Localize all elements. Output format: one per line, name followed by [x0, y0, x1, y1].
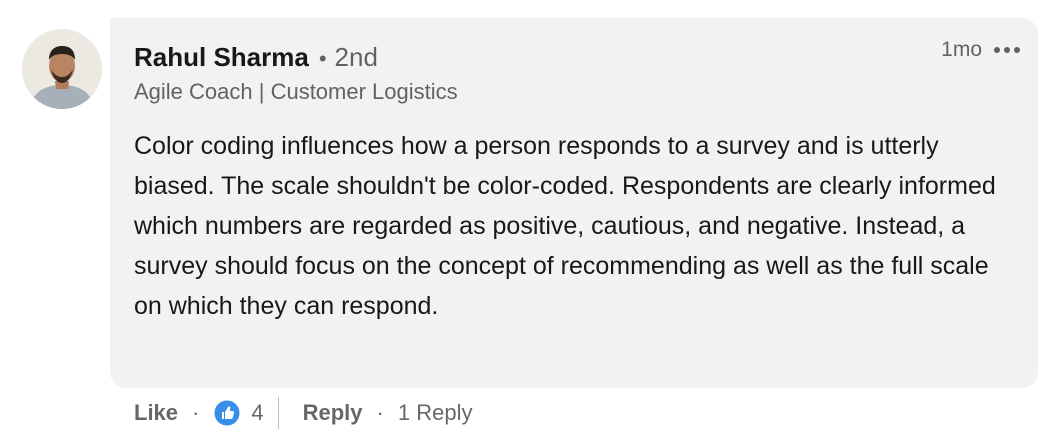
comment-meta: 1mo [941, 38, 1020, 62]
comment-bubble: Rahul Sharma • 2nd Agile Coach | Custome… [110, 18, 1038, 388]
connection-degree: 2nd [334, 42, 378, 72]
reaction-count[interactable]: 4 [251, 400, 263, 426]
reply-button[interactable]: Reply [303, 400, 363, 426]
action-separator: · [192, 400, 200, 425]
like-button[interactable]: Like [134, 400, 178, 426]
avatar[interactable] [22, 29, 102, 109]
divider [277, 397, 279, 429]
degree-separator: • [318, 46, 327, 71]
thumbs-up-icon [213, 399, 241, 427]
author-name[interactable]: Rahul Sharma [134, 42, 309, 73]
replies-count-link[interactable]: 1 Reply [398, 400, 473, 426]
author-headline: Agile Coach | Customer Logistics [134, 79, 458, 104]
comment-text: Color coding influences how a person res… [134, 132, 996, 320]
action-separator: · [376, 400, 384, 425]
timestamp: 1mo [941, 38, 982, 61]
comment-actions: Like · 4 Reply · 1 Reply [134, 394, 472, 432]
profile-photo [22, 29, 102, 109]
author-row: Rahul Sharma • 2nd [134, 42, 378, 73]
more-horizontal-icon[interactable] [994, 43, 1020, 57]
